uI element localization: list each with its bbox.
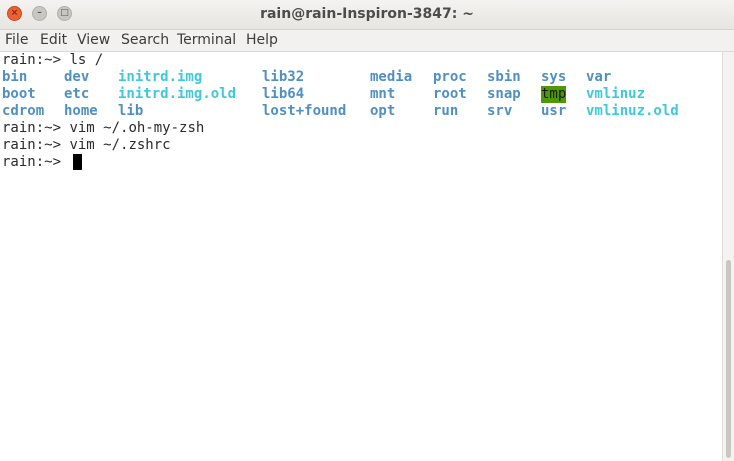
terminal-line: rain:~> vim ~/.zshrc	[2, 137, 171, 154]
prompt: rain:~>	[2, 137, 62, 153]
command: ls /	[69, 52, 104, 68]
terminal-line: rain:~>	[2, 154, 69, 171]
listing-entry: usr	[541, 103, 567, 119]
menu-edit[interactable]: Edit	[40, 30, 67, 51]
listing-entry: vmlinuz	[586, 86, 646, 102]
listing-entry: proc	[433, 69, 467, 85]
listing-entry: sbin	[487, 69, 521, 85]
prompt: rain:~>	[2, 52, 62, 68]
listing-entry: dev	[64, 69, 90, 85]
listing-entry: cdrom	[2, 103, 45, 119]
terminal-line: rain:~> vim ~/.oh-my-zsh	[2, 120, 204, 137]
listing-entry: tmp	[541, 86, 567, 103]
listing-entry: etc	[64, 86, 90, 102]
prompt: rain:~>	[2, 120, 62, 136]
listing-entry: var	[586, 69, 612, 85]
terminal-line: rain:~> ls /	[2, 52, 103, 69]
scrollbar[interactable]	[722, 52, 734, 461]
menu-view[interactable]: View	[77, 30, 110, 51]
listing-entry: root	[433, 86, 467, 102]
listing-entry: boot	[2, 86, 36, 102]
listing-entry: initrd.img.old	[118, 86, 237, 102]
terminal-output[interactable]: rain:~> ls / bin dev initrd.img lib32 media p…	[0, 52, 722, 461]
title-bar: × – □ rain@rain-Inspiron-3847: ~	[0, 0, 734, 30]
listing-entry: initrd.img	[118, 69, 203, 85]
listing-entry: home	[64, 103, 98, 119]
listing-entry: lib64	[262, 86, 305, 102]
menu-bar: File Edit View Search Terminal Help	[0, 30, 734, 52]
listing-entry: lib	[118, 103, 144, 119]
listing-entry: srv	[487, 103, 513, 119]
listing-entry: lib32	[262, 69, 305, 85]
listing-entry: opt	[370, 103, 396, 119]
window-title: rain@rain-Inspiron-3847: ~	[260, 6, 474, 22]
listing-entry: sys	[541, 69, 567, 85]
listing-entry: vmlinuz.old	[586, 103, 679, 119]
menu-terminal[interactable]: Terminal	[177, 30, 236, 51]
menu-search[interactable]: Search	[121, 30, 169, 51]
menu-file[interactable]: File	[5, 30, 28, 51]
menu-help[interactable]: Help	[246, 30, 278, 51]
command: vim ~/.zshrc	[69, 137, 171, 153]
listing-entry: bin	[2, 69, 28, 85]
scrollbar-thumb[interactable]	[726, 260, 731, 458]
listing-entry: media	[370, 69, 413, 85]
listing-entry: mnt	[370, 86, 396, 102]
listing-entry: run	[433, 103, 459, 119]
text-cursor	[73, 154, 82, 170]
listing-entry: lost+found	[262, 103, 347, 119]
command: vim ~/.oh-my-zsh	[69, 120, 205, 136]
prompt: rain:~>	[2, 154, 62, 170]
listing-entry: snap	[487, 86, 521, 102]
